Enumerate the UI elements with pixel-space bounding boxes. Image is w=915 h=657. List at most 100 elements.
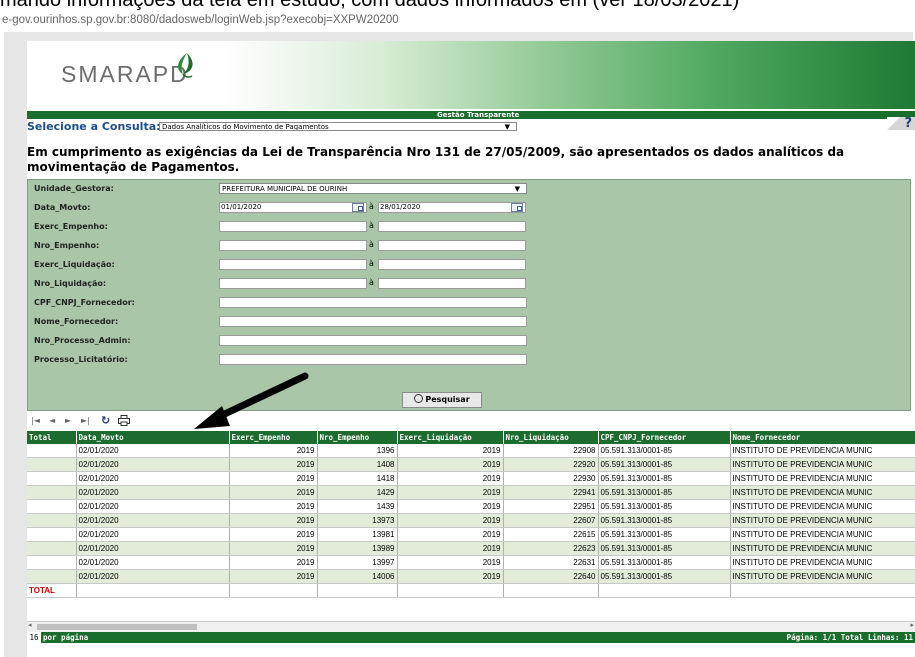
label-exerc-empenho: Exerc_Empenho: (34, 222, 108, 231)
url-bar[interactable]: e-gov.ourinhos.sp.gov.br:8080/dadosweb/l… (2, 14, 399, 26)
table-row[interactable]: 02/01/2020 2019 1418 2019 22930 05.591.313/00… (27, 471, 915, 486)
table-cell (27, 541, 77, 556)
consulta-select[interactable]: Dados Analíticos do Movimento de Pagamen… (159, 122, 517, 131)
table-cell (27, 457, 77, 472)
table-cell (27, 444, 77, 458)
print-icon[interactable] (118, 415, 130, 426)
col-header[interactable]: Data_Movto (76, 431, 230, 444)
table-total-row: TOTAL (27, 583, 915, 598)
table-cell: INSTITUTO DE PREVIDENCIA MUNIC (730, 541, 915, 556)
col-header[interactable]: Total (27, 431, 77, 444)
horizontal-scrollbar[interactable]: ◂ ▸ (27, 621, 915, 632)
search-button[interactable]: Pesquisar (402, 392, 482, 408)
next-page-icon[interactable]: ► (65, 416, 71, 425)
range-separator: à (369, 221, 374, 230)
table-cell: 02/01/2020 (76, 499, 230, 514)
label-processo-licitatorio: Processo_Licitatório: (34, 355, 128, 364)
calendar-icon[interactable] (511, 203, 523, 212)
range-separator: à (369, 240, 374, 249)
col-header[interactable]: Nome_Fornecedor (730, 431, 915, 444)
table-cell: 22615 (503, 527, 599, 542)
per-page-select[interactable]: 16 (27, 632, 41, 643)
total-cell (317, 583, 398, 598)
table-cell: 2019 (397, 541, 504, 556)
table-cell: 2019 (229, 555, 318, 570)
nro-processo-admin-input[interactable] (219, 335, 527, 346)
scroll-left-icon[interactable]: ◂ (28, 621, 32, 629)
col-header[interactable]: Exerc_Liquidação (397, 431, 504, 444)
data-movto-from-input[interactable]: 01/01/2020 (219, 202, 367, 213)
col-header[interactable]: Exerc_Empenho (229, 431, 318, 444)
unidade-gestora-select[interactable]: PREFEITURA MUNICIPAL DE OURINH ▼ (219, 183, 527, 194)
table-cell: 2019 (397, 471, 504, 486)
table-cell: 05.591.313/0001-85 (598, 485, 731, 500)
scroll-right-icon[interactable]: ▸ (910, 621, 914, 629)
table-cell: 05.591.313/0001-85 (598, 569, 731, 584)
search-button-label: Pesquisar (425, 395, 470, 404)
nro-empenho-to-input[interactable] (378, 240, 526, 251)
table-cell: 02/01/2020 (76, 457, 230, 472)
last-page-icon[interactable]: ►| (81, 416, 90, 425)
table-row[interactable]: 02/01/2020 2019 13997 2019 22631 05.591.313/0… (27, 555, 915, 570)
table-cell: INSTITUTO DE PREVIDENCIA MUNIC (730, 457, 915, 472)
table-cell: 2019 (229, 457, 318, 472)
exerc-empenho-from-input[interactable] (219, 221, 367, 232)
table-cell: 2019 (229, 444, 318, 458)
table-row[interactable]: 02/01/2020 2019 13973 2019 22607 05.591.313/0… (27, 513, 915, 528)
range-separator: à (369, 278, 374, 287)
table-cell: INSTITUTO DE PREVIDENCIA MUNIC (730, 527, 915, 542)
col-header[interactable]: Nro_Empenho (317, 431, 398, 444)
table-row[interactable]: 02/01/2020 2019 14006 2019 22640 05.591.313/0… (27, 569, 915, 584)
table-cell: INSTITUTO DE PREVIDENCIA MUNIC (730, 569, 915, 584)
total-cell (229, 583, 318, 598)
table-row[interactable]: 02/01/2020 2019 1408 2019 22920 05.591.313/00… (27, 457, 915, 472)
table-cell: 22930 (503, 471, 599, 486)
table-cell: 13973 (317, 513, 398, 528)
table-cell (27, 513, 77, 528)
unidade-gestora-value: PREFEITURA MUNICIPAL DE OURINH (222, 185, 348, 193)
nro-liquidacao-from-input[interactable] (219, 278, 367, 289)
col-header[interactable]: Nro_Liquidação (503, 431, 599, 444)
table-row[interactable]: 02/01/2020 2019 13989 2019 22623 05.591.313/0… (27, 541, 915, 556)
table-cell: INSTITUTO DE PREVIDENCIA MUNIC (730, 513, 915, 528)
cpf-cnpj-input[interactable] (219, 297, 527, 308)
table-cell: 02/01/2020 (76, 527, 230, 542)
help-button[interactable]: ? (887, 117, 915, 130)
table-row[interactable]: 02/01/2020 2019 1396 2019 22908 05.591.313/00… (27, 444, 915, 458)
table-cell: INSTITUTO DE PREVIDENCIA MUNIC (730, 555, 915, 570)
calendar-icon[interactable] (352, 203, 364, 212)
table-cell: 2019 (229, 471, 318, 486)
exerc-liquidacao-to-input[interactable] (378, 259, 526, 270)
table-cell (27, 471, 77, 486)
table-cell: 02/01/2020 (76, 444, 230, 458)
nome-fornecedor-input[interactable] (219, 316, 527, 327)
label-nro-liquidacao: Nro_Liquidação: (34, 279, 107, 288)
table-cell (27, 555, 77, 570)
consulta-label: Selecione a Consulta: (27, 120, 161, 133)
search-icon (414, 394, 424, 403)
exerc-liquidacao-from-input[interactable] (219, 259, 367, 270)
nro-empenho-from-input[interactable] (219, 240, 367, 251)
processo-licitatorio-input[interactable] (219, 354, 527, 365)
col-header[interactable]: CPF_CNPJ_Fornecedor (598, 431, 731, 444)
refresh-icon[interactable]: ↻ (101, 414, 110, 427)
table-row[interactable]: 02/01/2020 2019 13981 2019 22615 05.591.313/0… (27, 527, 915, 542)
first-page-icon[interactable]: |◄ (31, 416, 40, 425)
table-cell: INSTITUTO DE PREVIDENCIA MUNIC (730, 444, 915, 458)
data-movto-to-input[interactable]: 28/01/2020 (378, 202, 526, 213)
scrollbar-thumb[interactable] (37, 624, 197, 630)
total-label: TOTAL (27, 583, 77, 598)
table-row[interactable]: 02/01/2020 2019 1439 2019 22951 05.591.313/00… (27, 499, 915, 514)
table-cell: 22920 (503, 457, 599, 472)
table-cell: INSTITUTO DE PREVIDENCIA MUNIC (730, 485, 915, 500)
table-row[interactable]: 02/01/2020 2019 1429 2019 22941 05.591.313/00… (27, 485, 915, 500)
table-cell: INSTITUTO DE PREVIDENCIA MUNIC (730, 471, 915, 486)
table-cell: 02/01/2020 (76, 513, 230, 528)
exerc-empenho-to-input[interactable] (378, 221, 526, 232)
nro-liquidacao-to-input[interactable] (378, 278, 526, 289)
logo-text: SMARAPD (61, 61, 189, 87)
total-cell (76, 583, 230, 598)
consulta-select-value: Dados Analíticos do Movimento de Pagamen… (162, 123, 329, 131)
prev-page-icon[interactable]: ◄ (49, 416, 55, 425)
results-table: Total Data_Movto Exerc_Empenho Nro_Empen… (27, 431, 915, 598)
